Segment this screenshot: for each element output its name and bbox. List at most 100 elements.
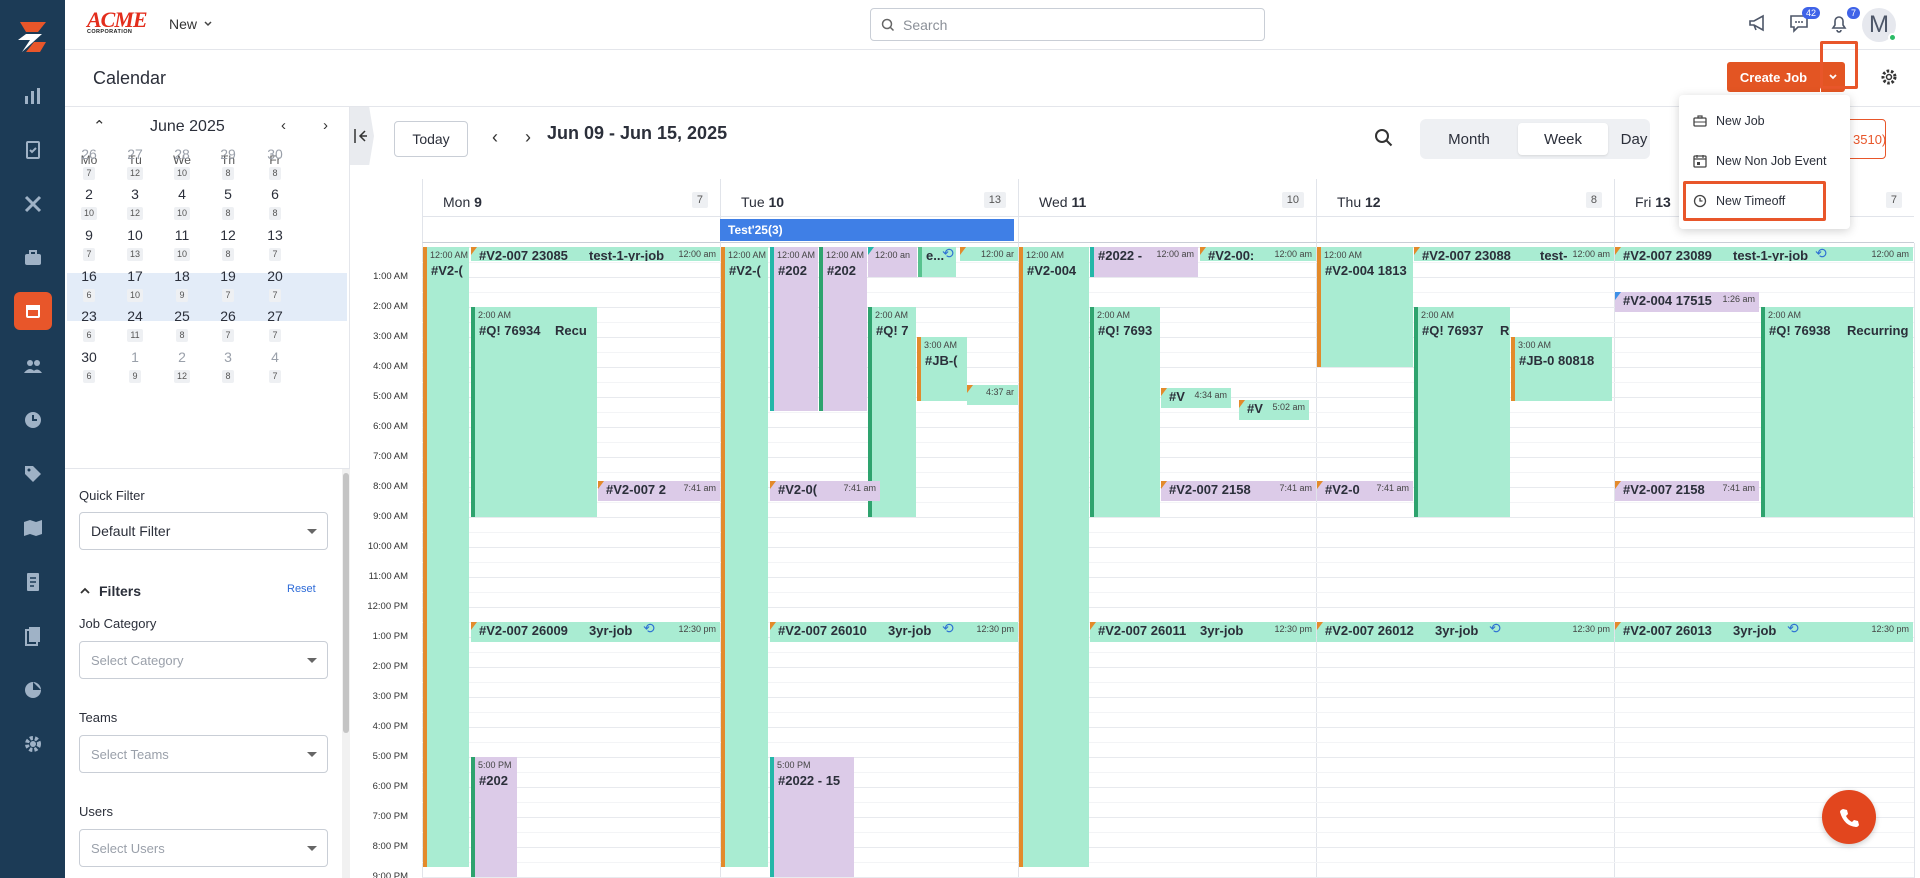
invoice-icon[interactable]	[0, 562, 65, 602]
reset-filters-link[interactable]: Reset	[287, 583, 316, 595]
calendar-nav-icon[interactable]	[14, 292, 52, 330]
calendar-event[interactable]: 12:00 an	[868, 247, 917, 277]
calendar-event[interactable]: 3:00 AM #JB-(	[917, 337, 967, 401]
calendar-event[interactable]: #V2-007 2158 7:41 am	[1161, 481, 1316, 501]
day-header-tue[interactable]: Tue 10 13	[720, 179, 1018, 217]
mini-prev-month-icon[interactable]: ‹	[281, 117, 286, 134]
prev-week-icon[interactable]: ‹	[492, 127, 498, 148]
mini-calendar-day[interactable]: 30 6	[69, 348, 109, 384]
map-icon[interactable]	[0, 508, 65, 548]
mini-calendar-day[interactable]: 12 8	[208, 226, 248, 262]
calendar-event[interactable]: #V2-007 26009 3yr-job 12:30 pm ⟲	[471, 622, 720, 642]
acme-logo[interactable]: ACME CORPORATION	[87, 9, 151, 38]
mini-calendar-day[interactable]: 47	[255, 348, 295, 384]
calendar-event[interactable]: #V2-007 23085 test-1-yr-job 12:00 am	[471, 247, 720, 261]
calendar-event[interactable]: 12:00 AM #V2-(	[721, 247, 768, 867]
documents-icon[interactable]	[0, 130, 65, 170]
calendar-event[interactable]: #V2-007 26012 3yr-job 12:30 pm ⟲	[1317, 622, 1614, 642]
clock-icon[interactable]	[0, 400, 65, 440]
calendar-search-icon[interactable]	[1374, 128, 1394, 153]
calendar-event[interactable]: 12:00 AM #V2-004	[1019, 247, 1089, 867]
calendar-settings-gear-icon[interactable]	[1879, 67, 1899, 92]
mini-calendar-day[interactable]: 10 13	[115, 226, 155, 262]
calendar-event[interactable]: #V2-004 17515 1:26 am	[1615, 292, 1759, 312]
mini-calendar-day[interactable]: 29 8	[208, 145, 248, 181]
calendar-event[interactable]: #V2-0 7:41 am	[1317, 481, 1413, 501]
calendar-event[interactable]: #V2-0(7:41 am	[770, 481, 880, 501]
mini-calendar-day[interactable]: 23 6	[69, 307, 109, 343]
mini-calendar-day[interactable]: 25 8	[162, 307, 202, 343]
menu-item-new-job[interactable]: New Job	[1693, 109, 1765, 133]
teams-select[interactable]: Select Teams	[79, 735, 328, 773]
calendar-event[interactable]: #V2-007 23089 test-1-yr-job 12:00 am ⟲	[1615, 247, 1913, 261]
mini-calendar-day[interactable]: 24 11	[115, 307, 155, 343]
calendar-event[interactable]: 2:00 AM #Q! 76934 Recu	[471, 307, 597, 517]
mini-calendar-day[interactable]: 30 8	[255, 145, 295, 181]
mini-calendar-day[interactable]: 11 10	[162, 226, 202, 262]
day-header-mon[interactable]: Mon 9 7	[422, 179, 720, 217]
calendar-event[interactable]: #V2-007 26011 3yr-job 12:30 pm	[1090, 622, 1316, 642]
settings-icon[interactable]	[0, 724, 65, 764]
calendar-event[interactable]: #V2-007 23088 test- 12:00 am	[1414, 247, 1614, 261]
mini-calendar-day[interactable]: 38	[208, 348, 248, 384]
calendar-event[interactable]: 2:00 AM #Q! 7693	[1090, 307, 1160, 517]
mini-calendar-day[interactable]: 26 7	[69, 145, 109, 181]
users-icon[interactable]	[0, 346, 65, 386]
partial-hidden-button[interactable]: 3510)	[1846, 119, 1886, 159]
view-month-button[interactable]: Month	[1424, 123, 1514, 155]
next-week-icon[interactable]: ›	[525, 127, 531, 148]
collapse-sidebar-button[interactable]	[350, 107, 374, 165]
calendar-event[interactable]: 12:00 AM #202	[819, 247, 867, 411]
calendar-event[interactable]: 4:37 ar	[967, 385, 1018, 405]
calendar-event[interactable]: e... ⟲	[918, 247, 956, 277]
mini-calendar-day[interactable]: 4 10	[162, 185, 202, 221]
view-day-button[interactable]: Day	[1606, 123, 1662, 155]
allday-cell[interactable]	[1316, 217, 1614, 243]
users-select[interactable]: Select Users	[79, 829, 328, 867]
calendar-event[interactable]: #V2-007 2158 7:41 am	[1615, 481, 1759, 501]
mini-calendar-day[interactable]: 18 9	[162, 267, 202, 303]
calendar-event[interactable]: 12:00 ar	[960, 247, 1018, 261]
calendar-event[interactable]: #V2-007 26013 3yr-job 12:30 pm ⟲	[1615, 622, 1913, 642]
calendar-event[interactable]: #V 5:02 am	[1239, 400, 1309, 420]
calendar-event[interactable]: 5:00 PM #202	[471, 757, 517, 877]
mini-calendar-day[interactable]: 97	[69, 226, 109, 262]
search-input[interactable]	[903, 16, 1243, 33]
mini-calendar-day[interactable]: 17 10	[115, 267, 155, 303]
calendar-event[interactable]: 3:00 AM #JB-0 80818	[1511, 337, 1612, 401]
sidebar-scrollbar-thumb[interactable]	[343, 473, 349, 733]
global-search[interactable]	[870, 8, 1265, 41]
mini-next-month-icon[interactable]: ›	[323, 117, 328, 134]
mini-calendar-day[interactable]: 26 7	[208, 307, 248, 343]
calendar-event[interactable]: 2:00 AM #Q! 76937 R	[1414, 307, 1510, 517]
filters-toggle[interactable]: Filters	[79, 583, 141, 599]
calendar-event[interactable]: #V2-007 2 7:41 am	[598, 481, 720, 501]
mini-calendar-day[interactable]: 28 10	[162, 145, 202, 181]
calendar-event[interactable]: #V2-00: 12:00 am	[1200, 247, 1316, 261]
call-button[interactable]	[1822, 790, 1876, 844]
mini-calendar-day[interactable]: 2 10	[69, 185, 109, 221]
user-avatar[interactable]: M	[1862, 8, 1897, 42]
job-category-select[interactable]: Select Category	[79, 641, 328, 679]
calendar-event[interactable]: 5:00 PM #2022 - 15	[770, 757, 854, 877]
new-dropdown[interactable]: New	[169, 16, 213, 32]
calendar-event[interactable]: 2:00 AM #Q! 76938 Recurring	[1761, 307, 1913, 517]
mini-calendar-day[interactable]: 3 12	[115, 185, 155, 221]
day-header-thu[interactable]: Thu 12 8	[1316, 179, 1614, 217]
chat-icon[interactable]: 42	[1788, 7, 1820, 38]
calendar-event[interactable]: #V 4:34 am	[1161, 388, 1231, 408]
calendar-event[interactable]: #2022 - 12:00 am	[1090, 247, 1198, 277]
megaphone-icon[interactable]	[1747, 12, 1773, 38]
mini-calendar-day[interactable]: 20 7	[255, 267, 295, 303]
tag-icon[interactable]	[0, 454, 65, 494]
day-header-wed[interactable]: Wed 11 10	[1018, 179, 1316, 217]
view-week-button[interactable]: Week	[1518, 123, 1608, 155]
allday-cell[interactable]	[1018, 217, 1316, 243]
allday-event[interactable]: Test'25(3)	[720, 219, 1014, 241]
briefcase-icon[interactable]	[0, 238, 65, 278]
mini-calendar-day[interactable]: 2 12	[162, 348, 202, 384]
mini-calendar-day[interactable]: 19	[115, 348, 155, 384]
menu-item-new-non-job-event[interactable]: New Non Job Event	[1693, 149, 1826, 173]
calendar-event[interactable]: 12:00 AM #V2-004 1813	[1317, 247, 1413, 367]
create-job-button[interactable]: Create Job	[1727, 62, 1820, 92]
